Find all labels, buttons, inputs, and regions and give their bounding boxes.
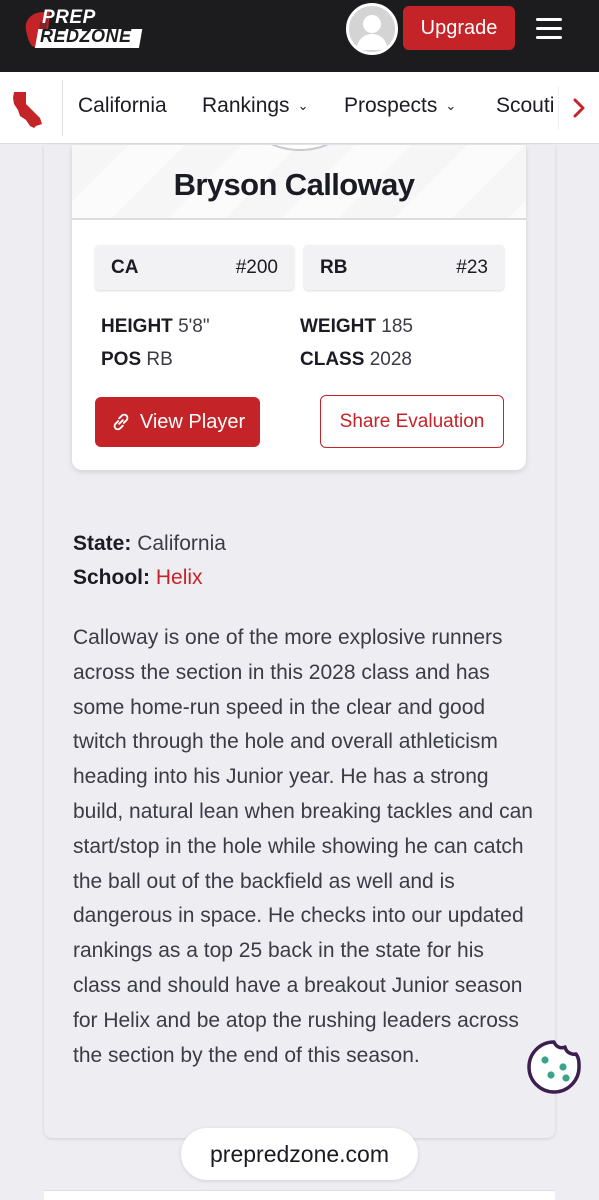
logo-line-2: REDZONE xyxy=(40,26,132,46)
weight-stat: WEIGHT 185 xyxy=(300,316,413,338)
chevron-down-icon: ⌄ xyxy=(445,98,457,113)
class-stat: CLASS 2028 xyxy=(300,349,412,371)
weight-label: WEIGHT xyxy=(300,316,376,337)
height-label: HEIGHT xyxy=(101,316,173,337)
view-player-button[interactable]: View Player xyxy=(95,397,260,447)
player-card-header: Bryson Calloway xyxy=(72,145,526,220)
state-line: State: California xyxy=(73,532,226,556)
nav-divider xyxy=(62,80,63,136)
avatar-silhouette-icon xyxy=(356,15,388,50)
position-stat: POS RB xyxy=(101,349,173,371)
weight-value: 185 xyxy=(381,316,413,337)
player-photo-frame xyxy=(255,145,345,151)
school-line: School: Helix xyxy=(73,566,203,590)
player-card: Bryson Calloway CA #200 RB #23 HEIGHT 5'… xyxy=(72,145,526,470)
nav-overflow-clip: Scouting xyxy=(496,72,553,144)
hamburger-menu-icon[interactable] xyxy=(532,12,566,44)
school-label: School: xyxy=(73,566,150,589)
state-rank-chip: CA #200 xyxy=(95,245,294,290)
california-state-icon[interactable] xyxy=(10,90,50,130)
class-label: CLASS xyxy=(300,349,365,370)
position-rank-value: #23 xyxy=(456,256,488,278)
logo-line-1: PREP xyxy=(42,7,96,28)
top-header: PREP REDZONE Upgrade xyxy=(0,0,599,72)
prep-redzone-logo[interactable]: PREP REDZONE xyxy=(20,8,148,50)
view-player-label: View Player xyxy=(139,410,246,433)
height-stat: HEIGHT 5'8" xyxy=(101,316,210,338)
cookie-icon[interactable] xyxy=(526,1038,582,1094)
position-rank-label: RB xyxy=(320,256,348,278)
player-name: Bryson Calloway xyxy=(173,167,415,202)
height-value: 5'8" xyxy=(178,316,210,337)
nav-item-california[interactable]: California xyxy=(78,94,167,118)
nav-item-label: Prospects xyxy=(344,94,438,117)
state-label: State: xyxy=(73,532,132,555)
share-evaluation-button[interactable]: Share Evaluation xyxy=(320,395,504,448)
position-rank-chip: RB #23 xyxy=(304,245,504,290)
chevron-right-icon xyxy=(573,98,584,118)
nav-item-scouting[interactable]: Scouting xyxy=(496,94,553,118)
pos-label: POS xyxy=(101,349,142,370)
nav-item-prospects[interactable]: Prospects ⌄ xyxy=(344,94,456,118)
next-section-edge xyxy=(44,1190,555,1200)
state-rank-label: CA xyxy=(111,256,139,278)
link-icon xyxy=(113,413,129,431)
nav-item-label: Rankings xyxy=(202,94,290,117)
logo-text: PREP REDZONE xyxy=(40,7,132,46)
upgrade-button[interactable]: Upgrade xyxy=(403,6,515,50)
nav-item-label: California xyxy=(78,94,167,117)
state-value: California xyxy=(137,532,226,555)
chevron-down-icon: ⌄ xyxy=(297,98,309,113)
nav-item-label: Scouting xyxy=(496,94,553,117)
user-avatar[interactable] xyxy=(346,3,398,55)
state-rank-value: #200 xyxy=(235,256,278,278)
section-nav: California Rankings ⌄ Prospects ⌄ Scouti… xyxy=(0,72,599,144)
school-link[interactable]: Helix xyxy=(156,566,203,589)
pos-value: RB xyxy=(146,349,173,370)
evaluation-text: Calloway is one of the more explosive ru… xyxy=(73,626,533,1067)
site-url-pill: prepredzone.com xyxy=(181,1128,418,1180)
class-value: 2028 xyxy=(369,349,412,370)
nav-item-rankings[interactable]: Rankings ⌄ xyxy=(202,94,308,118)
nav-scroll-right-button[interactable] xyxy=(558,86,598,130)
